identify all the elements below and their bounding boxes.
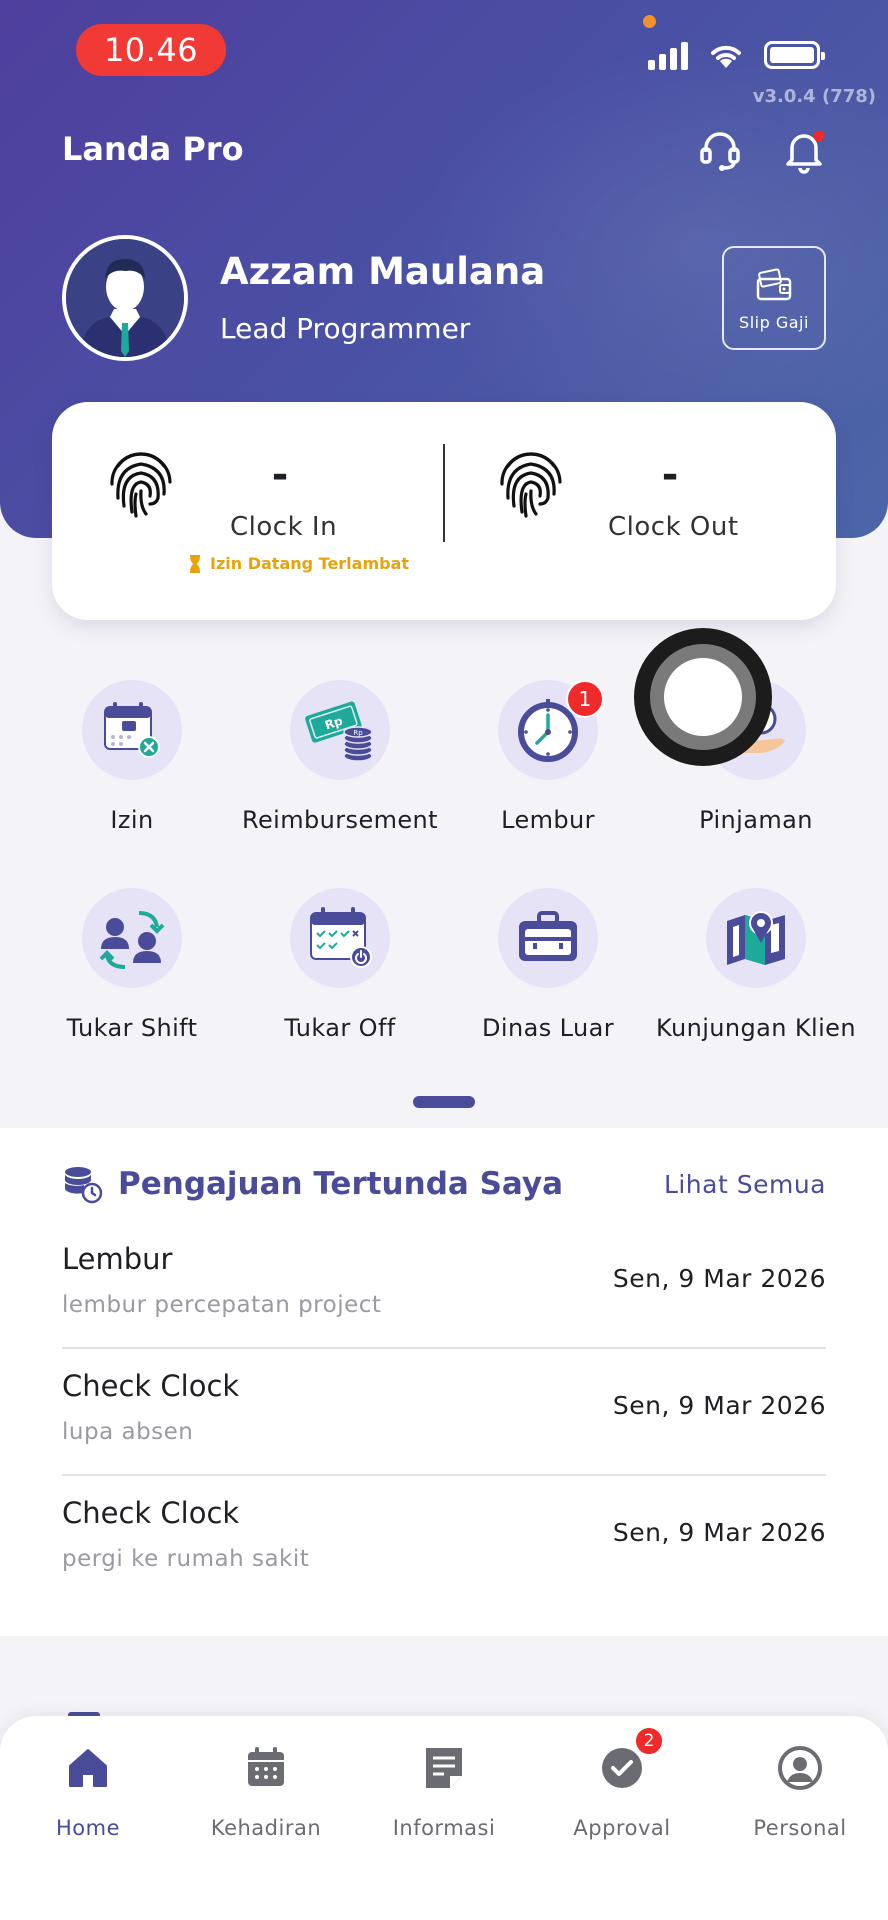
clock-out-label[interactable]: Clock Out bbox=[608, 512, 739, 542]
nav-informasi[interactable]: Informasi bbox=[364, 1744, 524, 1840]
menu-tukar-shift-circle bbox=[82, 888, 182, 988]
menu-pinjaman-label: Pinjaman bbox=[699, 806, 813, 834]
pending-header: Pengajuan Tertunda Saya bbox=[62, 1164, 563, 1204]
menu-reimbursement-label: Reimbursement bbox=[242, 806, 438, 834]
menu-izin[interactable]: Izin bbox=[28, 680, 236, 834]
bottom-navigation: Home Kehadiran Informasi 2 Approval Pers… bbox=[0, 1716, 888, 1920]
user-avatar-icon bbox=[66, 239, 184, 357]
money-coins-icon: Rp Rp bbox=[305, 701, 373, 762]
list-item[interactable]: Lembur lembur percepatan project Sen, 9 … bbox=[62, 1222, 826, 1349]
menu-tukar-shift[interactable]: Tukar Shift bbox=[28, 888, 236, 1042]
clock-divider bbox=[443, 444, 445, 542]
nav-approval-label: Approval bbox=[573, 1816, 671, 1840]
menu-tukar-off-circle bbox=[290, 888, 390, 988]
nav-personal[interactable]: Personal bbox=[720, 1744, 880, 1840]
home-icon bbox=[69, 1749, 107, 1787]
nav-kehadiran-label: Kehadiran bbox=[210, 1816, 322, 1840]
map-pin-icon bbox=[727, 911, 785, 965]
list-item-subtitle: lupa absen bbox=[62, 1419, 194, 1445]
status-time: 10.46 bbox=[76, 24, 226, 76]
approval-icon-wrap: 2 bbox=[598, 1726, 664, 1792]
status-icons bbox=[648, 40, 825, 70]
briefcase-icon bbox=[519, 911, 577, 961]
clock-out-value: - bbox=[661, 452, 679, 498]
database-clock-icon bbox=[65, 1167, 102, 1204]
wifi-icon bbox=[711, 45, 741, 68]
menu-tukar-off[interactable]: Tukar Off bbox=[236, 888, 444, 1042]
calendar-icon bbox=[248, 1747, 284, 1786]
menu-dinas-luar-circle bbox=[498, 888, 598, 988]
avatar[interactable] bbox=[62, 235, 188, 361]
menu-kunjungan-klien-label: Kunjungan Klien bbox=[656, 1014, 856, 1042]
pending-title: Pengajuan Tertunda Saya bbox=[118, 1166, 564, 1202]
list-item-subtitle: lembur percepatan project bbox=[62, 1292, 382, 1318]
approval-badge: 2 bbox=[634, 1726, 664, 1756]
menu-izin-circle bbox=[82, 680, 182, 780]
late-permission-note[interactable]: Izin Datang Terlambat bbox=[188, 554, 409, 573]
calendar-check-icon bbox=[310, 907, 372, 968]
privacy-indicator-dot bbox=[643, 15, 656, 28]
salary-slip-label: Slip Gaji bbox=[739, 312, 809, 332]
menu-reimbursement-circle: Rp Rp bbox=[290, 680, 390, 780]
svg-text:Rp: Rp bbox=[353, 729, 363, 737]
nav-approval[interactable]: 2 Approval bbox=[542, 1726, 702, 1840]
menu-dinas-luar[interactable]: Dinas Luar bbox=[444, 888, 652, 1042]
list-item-title: Check Clock bbox=[62, 1496, 240, 1530]
signal-icon bbox=[648, 40, 688, 70]
menu-tukar-shift-label: Tukar Shift bbox=[66, 1014, 198, 1042]
notification-bell-icon[interactable] bbox=[780, 126, 828, 174]
support-headset-icon[interactable] bbox=[696, 126, 744, 174]
nav-kehadiran[interactable]: Kehadiran bbox=[186, 1744, 346, 1840]
nav-home[interactable]: Home bbox=[8, 1744, 168, 1840]
clock-out-fingerprint-icon[interactable] bbox=[496, 446, 566, 520]
touch-indicator-overlay bbox=[634, 628, 772, 766]
clock-card: - Clock In Izin Datang Terlambat - Clock… bbox=[52, 402, 836, 620]
clock-in-label[interactable]: Clock In bbox=[230, 512, 337, 542]
list-item[interactable]: Check Clock pergi ke rumah sakit Sen, 9 … bbox=[62, 1476, 826, 1603]
list-item[interactable]: Check Clock lupa absen Sen, 9 Mar 2026 bbox=[62, 1349, 826, 1476]
wallet-icon bbox=[756, 267, 792, 300]
calendar-cancel-icon bbox=[104, 702, 160, 758]
see-all-link[interactable]: Lihat Semua bbox=[664, 1170, 826, 1199]
user-circle-icon bbox=[778, 1746, 822, 1790]
list-item-subtitle: pergi ke rumah sakit bbox=[62, 1546, 310, 1572]
list-item-date: Sen, 9 Mar 2026 bbox=[612, 1264, 826, 1293]
app-version: v3.0.4 (778) bbox=[752, 86, 876, 107]
hourglass-icon bbox=[190, 554, 200, 573]
menu-lembur-label: Lembur bbox=[501, 806, 595, 834]
menu-izin-label: Izin bbox=[110, 806, 154, 834]
clock-in-fingerprint-icon[interactable] bbox=[106, 446, 176, 520]
menu-reimbursement[interactable]: Rp Rp Reimbursement bbox=[236, 680, 444, 834]
menu-lembur[interactable]: 1 Lembur bbox=[444, 680, 652, 834]
clock-in-value: - bbox=[271, 452, 289, 498]
pending-requests-section: Pengajuan Tertunda Saya Lihat Semua Lemb… bbox=[0, 1128, 888, 1636]
list-item-title: Lembur bbox=[62, 1242, 173, 1276]
user-role: Lead Programmer bbox=[220, 312, 471, 345]
battery-icon bbox=[764, 41, 825, 69]
menu-dinas-luar-label: Dinas Luar bbox=[482, 1014, 614, 1042]
menu-lembur-circle: 1 bbox=[498, 680, 604, 780]
document-icon bbox=[426, 1748, 462, 1788]
menu-tukar-off-label: Tukar Off bbox=[284, 1014, 396, 1042]
nav-personal-label: Personal bbox=[753, 1816, 847, 1840]
list-item-title: Check Clock bbox=[62, 1369, 240, 1403]
salary-slip-button[interactable]: Slip Gaji bbox=[722, 246, 826, 350]
app-title: Landa Pro bbox=[62, 130, 244, 168]
lembur-badge: 1 bbox=[566, 680, 604, 718]
menu-kunjungan-klien[interactable]: Kunjungan Klien bbox=[652, 888, 860, 1042]
nav-informasi-label: Informasi bbox=[392, 1816, 496, 1840]
menu-kunjungan-klien-circle bbox=[706, 888, 806, 988]
swap-users-icon bbox=[99, 911, 165, 969]
list-item-date: Sen, 9 Mar 2026 bbox=[612, 1518, 826, 1547]
nav-home-label: Home bbox=[55, 1816, 120, 1840]
list-item-date: Sen, 9 Mar 2026 bbox=[612, 1391, 826, 1420]
menu-page-indicator[interactable] bbox=[413, 1096, 475, 1108]
late-permission-label: Izin Datang Terlambat bbox=[210, 554, 410, 573]
user-name: Azzam Maulana bbox=[220, 250, 546, 293]
